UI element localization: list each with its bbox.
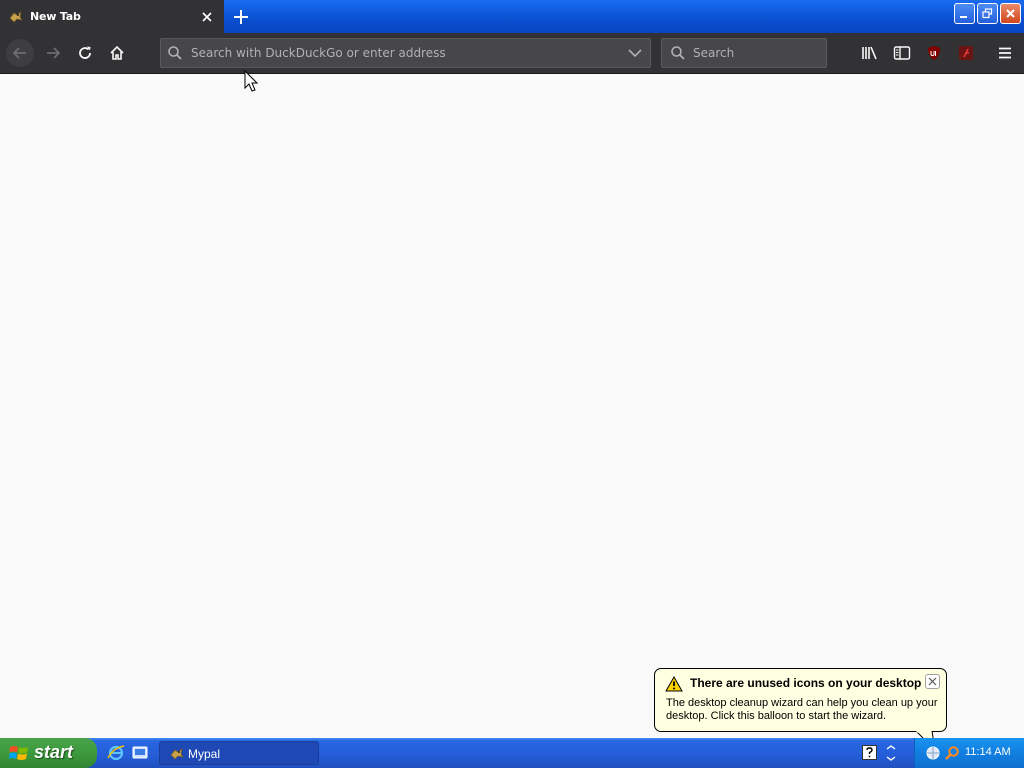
address-bar[interactable] <box>160 38 651 68</box>
close-icon <box>1006 9 1015 18</box>
close-window-button[interactable] <box>1000 3 1021 24</box>
search-icon <box>168 46 182 60</box>
forward-arrow-icon <box>47 47 61 59</box>
windows-flag-icon <box>9 746 28 760</box>
search-icon <box>671 46 685 60</box>
warning-icon <box>665 676 683 692</box>
search-input[interactable] <box>693 44 818 62</box>
home-icon <box>110 45 124 60</box>
page-content-area[interactable] <box>0 74 1024 738</box>
restore-button[interactable] <box>977 3 998 24</box>
taskbar: start Mypal 11:14 AM <box>0 738 1024 768</box>
balloon-body: The desktop cleanup wizard can help you … <box>666 697 938 722</box>
navigation-toolbar <box>0 33 1024 74</box>
start-button[interactable]: start <box>0 738 97 768</box>
start-label: start <box>34 742 74 762</box>
reload-icon <box>79 46 91 59</box>
restore-icon <box>982 8 993 19</box>
mouse-cursor-icon <box>244 70 259 92</box>
home-button[interactable] <box>105 41 129 65</box>
network-icon[interactable] <box>925 745 941 761</box>
tray-expand-icon[interactable] <box>884 744 898 762</box>
taskbar-item-mypal[interactable]: Mypal <box>159 741 319 765</box>
mypal-icon <box>9 11 23 23</box>
new-tab-plus-icon[interactable] <box>230 6 252 28</box>
address-input[interactable] <box>191 44 611 62</box>
library-button[interactable] <box>858 41 882 65</box>
close-tab-icon[interactable] <box>199 9 215 25</box>
back-button[interactable] <box>6 39 34 67</box>
menu-button[interactable] <box>993 41 1017 65</box>
notification-balloon[interactable]: There are unused icons on your desktop T… <box>654 668 947 732</box>
chevron-down-icon[interactable] <box>627 46 643 60</box>
mypal-icon <box>170 748 184 760</box>
system-tray: 11:14 AM <box>914 738 1024 768</box>
close-icon <box>928 677 937 686</box>
sidebar-button[interactable] <box>890 41 914 65</box>
clock[interactable]: 11:14 AM <box>965 746 1011 758</box>
ublock-shield-icon <box>928 46 940 60</box>
internet-explorer-icon[interactable] <box>107 744 125 762</box>
extension-red-icon <box>959 46 973 60</box>
reload-button[interactable] <box>73 41 97 65</box>
tab-new-tab[interactable]: New Tab <box>0 0 224 33</box>
hamburger-menu-icon <box>999 47 1011 59</box>
tab-title: New Tab <box>30 10 81 23</box>
taskbar-item-label: Mypal <box>188 747 221 761</box>
minimize-icon <box>960 16 967 18</box>
ublock-origin-button[interactable] <box>922 41 946 65</box>
extension-button[interactable] <box>954 41 978 65</box>
help-icon[interactable] <box>862 745 877 760</box>
search-bar[interactable] <box>661 38 827 68</box>
library-icon <box>862 46 877 60</box>
title-bar: New Tab <box>0 0 1024 33</box>
balloon-title: There are unused icons on your desktop <box>690 676 922 690</box>
sidebar-icon <box>893 46 911 60</box>
show-desktop-icon[interactable] <box>131 744 149 762</box>
forward-button[interactable] <box>41 41 65 65</box>
balloon-close-button[interactable] <box>925 674 940 689</box>
minimize-button[interactable] <box>954 3 975 24</box>
search-magnifier-icon[interactable] <box>944 745 960 761</box>
back-arrow-icon <box>12 47 26 59</box>
